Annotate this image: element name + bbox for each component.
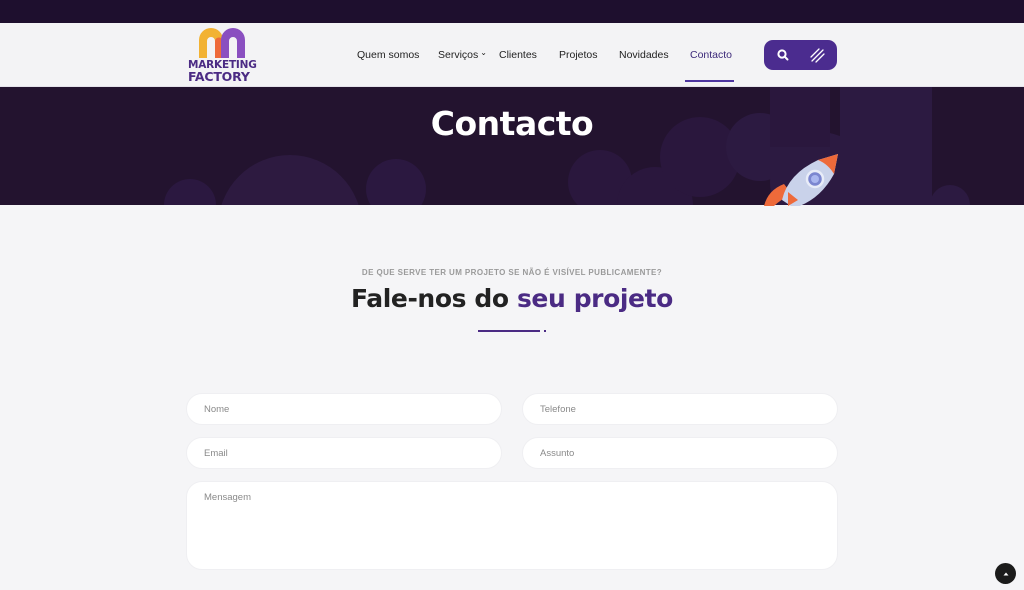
chevron-down-icon: ⌄ xyxy=(480,47,487,57)
search-icon[interactable] xyxy=(775,47,791,63)
nav-item-quem-somos[interactable]: Quem somos xyxy=(357,23,419,87)
assunto-field[interactable]: Assunto xyxy=(522,437,838,469)
telefone-field[interactable]: Telefone xyxy=(522,393,838,425)
nav-item-contacto[interactable]: Contacto xyxy=(690,23,732,87)
logo-m-icon xyxy=(199,28,245,58)
rocket-icon xyxy=(764,154,838,206)
section-eyebrow: DE QUE SERVE TER UM PROJETO SE NÃO É VIS… xyxy=(361,268,663,277)
email-field[interactable]: Email xyxy=(186,437,502,469)
nav-item-clientes[interactable]: Clientes xyxy=(499,23,537,87)
mensagem-placeholder: Mensagem xyxy=(204,492,251,503)
nome-field[interactable]: Nome xyxy=(186,393,502,425)
heading-underline-dot xyxy=(544,330,546,332)
logo-text-factory: FACTORY xyxy=(188,69,250,84)
heading-accent: seu projeto xyxy=(516,284,673,313)
heading-underline xyxy=(478,330,540,332)
assunto-placeholder: Assunto xyxy=(540,448,575,459)
page-title: Contacto xyxy=(430,104,594,143)
nav-label: Contacto xyxy=(690,49,733,61)
nav-item-novidades[interactable]: Novidades xyxy=(619,23,669,87)
telefone-placeholder: Telefone xyxy=(540,404,576,415)
nav-label: Clientes xyxy=(499,49,537,61)
mensagem-textarea[interactable]: Mensagem xyxy=(186,481,838,570)
scroll-to-top-button[interactable] xyxy=(995,563,1016,584)
nav-label: Quem somos xyxy=(357,49,420,61)
section-heading: Fale-nos do seu projeto xyxy=(0,284,1024,313)
search-menu-pill xyxy=(764,40,837,70)
main-navbar: MARKETING FACTORY Quem somos Serviços ⌄ C… xyxy=(0,23,1024,87)
active-nav-underline xyxy=(685,80,734,82)
nav-label: Projetos xyxy=(559,49,598,61)
top-strip xyxy=(0,0,1024,23)
arrow-up-icon xyxy=(1003,572,1008,575)
heading-plain: Fale-nos do xyxy=(351,284,517,313)
nome-placeholder: Nome xyxy=(204,404,230,415)
nav-item-servicos[interactable]: Serviços ⌄ xyxy=(438,23,487,87)
nav-label: Serviços xyxy=(438,49,479,61)
marketing-factory-logo[interactable]: MARKETING FACTORY xyxy=(188,26,258,84)
nav-label: Novidades xyxy=(619,49,669,61)
hero-banner: Contacto xyxy=(0,87,1024,205)
nav-item-projetos[interactable]: Projetos xyxy=(559,23,598,87)
email-placeholder: Email xyxy=(204,448,228,459)
hamburger-slash-icon[interactable] xyxy=(808,46,826,64)
